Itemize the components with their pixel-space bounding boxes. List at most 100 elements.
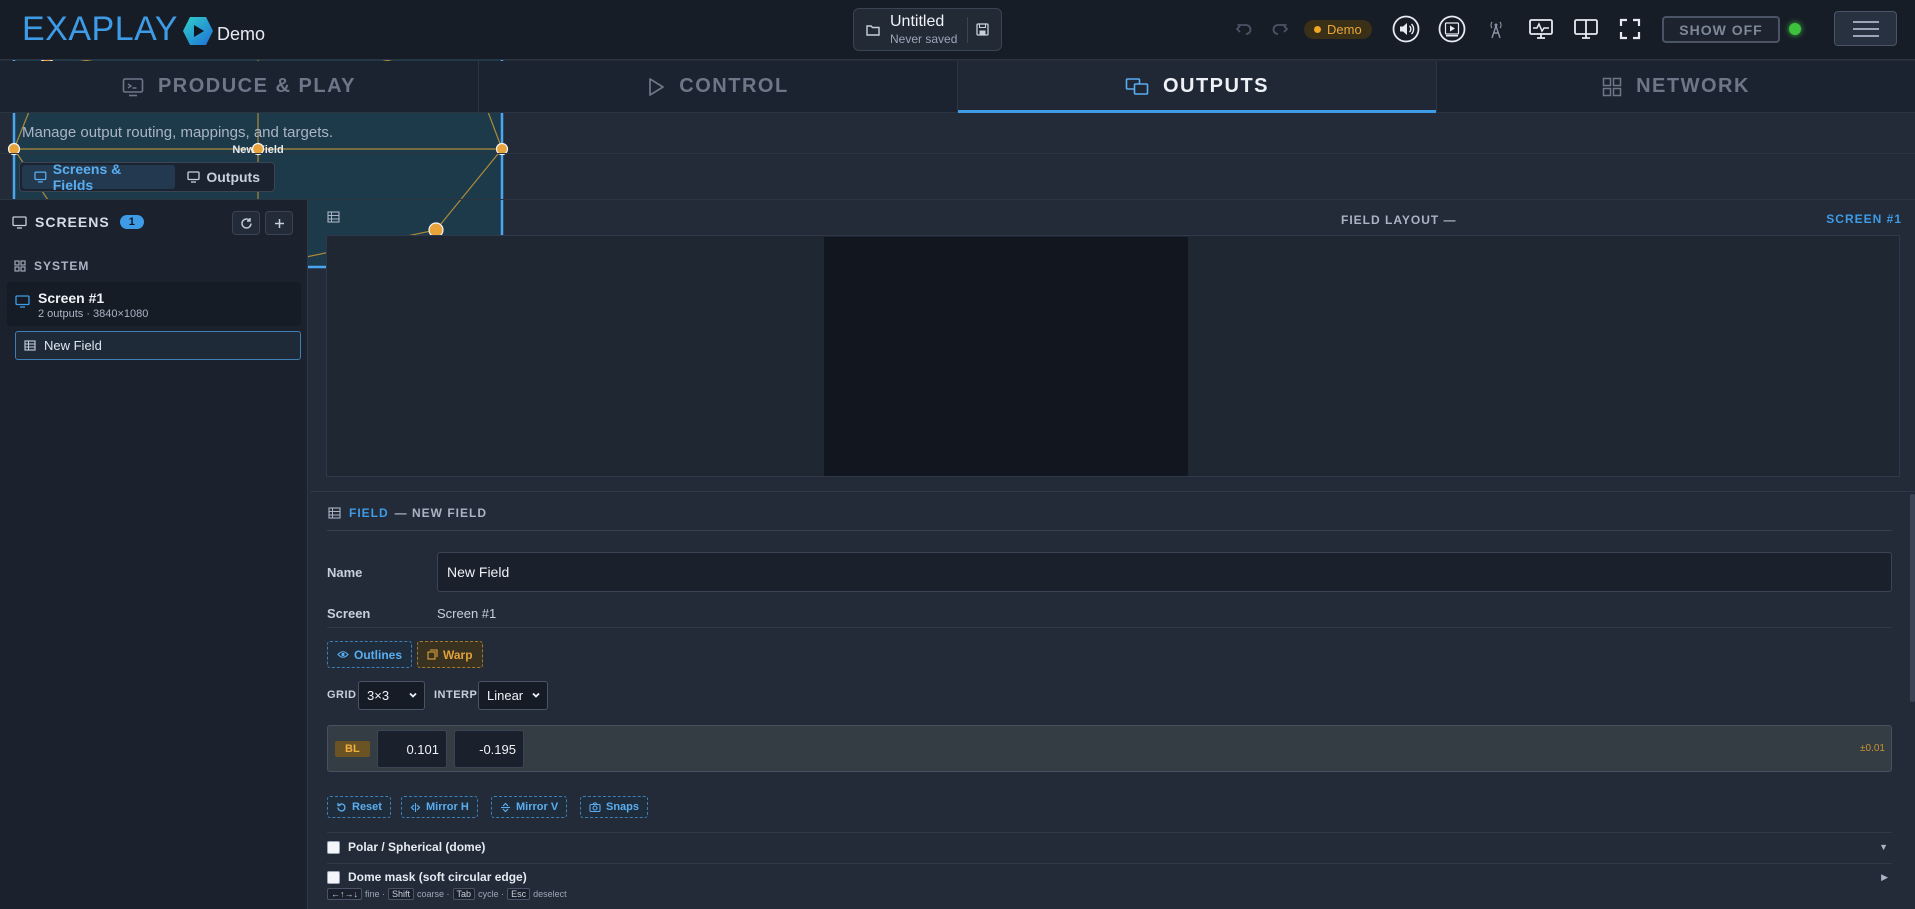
eye-icon	[337, 651, 349, 658]
segment-label: Outputs	[206, 169, 260, 185]
warp-icon	[427, 649, 438, 660]
play-icon	[647, 77, 665, 97]
app-root: EXAPLAY Demo Untitled Never saved Demo S…	[0, 0, 1915, 909]
segment-label: Screens & Fields	[52, 161, 122, 193]
tab-label: CONTROL	[679, 75, 789, 97]
tab-outputs[interactable]: OUTPUTS	[958, 61, 1437, 113]
brand-logo-icon	[182, 16, 213, 45]
divider	[327, 530, 1892, 531]
mirror-v-label: Mirror V	[516, 801, 559, 813]
segment-outputs[interactable]: Outputs	[175, 165, 272, 189]
screens-count-badge: 1	[119, 215, 144, 229]
keyboard-hints: ←↑→↓ fine · Shift coarse · Tab cycle · E…	[327, 888, 567, 900]
chevron-down-icon	[532, 692, 540, 698]
file-divider	[967, 16, 969, 43]
hint-text: coarse ·	[417, 889, 450, 899]
screens-title: SCREENS	[35, 214, 110, 230]
tab-label: NETWORK	[1636, 75, 1750, 97]
refresh-button[interactable]	[232, 211, 260, 235]
redo-icon[interactable]	[1266, 15, 1294, 43]
undo-icon[interactable]	[1230, 15, 1258, 43]
segment-screens-fields[interactable]: Screens & Fields	[22, 161, 176, 193]
save-icon[interactable]	[976, 23, 990, 36]
interp-select[interactable]: Linear	[478, 681, 548, 710]
network-grid-icon	[1602, 77, 1622, 97]
demo-dot	[1314, 26, 1321, 33]
tab-key-hint: Tab	[452, 888, 476, 900]
brand: EXAPLAY Demo	[22, 10, 265, 49]
outlines-toggle-button[interactable]: Outlines	[327, 641, 413, 668]
screens-sidebar: SCREENS 1 SYSTEM Screen #1 2 outputs · 3…	[0, 200, 308, 909]
mirror-v-button[interactable]: Mirror V	[491, 796, 568, 818]
hint-text: cycle ·	[478, 889, 505, 899]
point-y-input[interactable]: -0.195	[454, 730, 524, 768]
screen-meta: 2 outputs · 3840×1080	[38, 308, 149, 320]
point-x-input[interactable]: 0.101	[377, 730, 447, 768]
volume-icon[interactable]	[1392, 15, 1420, 43]
chevron-down-icon	[409, 692, 417, 698]
caret-right-icon[interactable]: ▶	[1881, 872, 1888, 883]
snaps-label: Snaps	[606, 801, 640, 813]
grid-label: GRID	[327, 689, 357, 701]
menu-bar	[1852, 20, 1879, 23]
preview-play-icon[interactable]	[1438, 15, 1466, 43]
split-screen-icon[interactable]	[1572, 15, 1600, 43]
divider	[327, 832, 1892, 833]
reset-button[interactable]: Reset	[327, 796, 391, 818]
fullscreen-icon[interactable]	[1616, 15, 1644, 43]
interp-label: INTERP	[434, 689, 478, 701]
sidebar-item-screen-1[interactable]: Screen #1 2 outputs · 3840×1080	[7, 282, 301, 326]
divider	[327, 863, 1892, 864]
hamburger-menu-button[interactable]	[1834, 11, 1897, 46]
shift-key-hint: Shift	[388, 888, 415, 900]
plus-icon	[274, 218, 284, 228]
tab-control[interactable]: CONTROL	[479, 61, 958, 112]
output-region-preview	[824, 237, 1188, 476]
page-subtitle: Manage output routing, mappings, and tar…	[22, 124, 334, 141]
show-off-button[interactable]: SHOW OFF	[1662, 16, 1780, 43]
field-panel-prefix: FIELD	[349, 506, 389, 520]
file-status: Never saved	[890, 31, 958, 46]
screen-name: Screen #1	[38, 290, 105, 306]
grid-select[interactable]: 3×3	[358, 681, 425, 710]
arrow-keys-hint: ←↑→↓	[327, 888, 362, 900]
dome-mask-checkbox[interactable]	[327, 870, 340, 884]
connection-status-led	[1789, 23, 1801, 35]
tab-label: PRODUCE & PLAY	[157, 75, 357, 97]
antenna-icon[interactable]	[1482, 15, 1510, 43]
tab-produce-play[interactable]: PRODUCE & PLAY	[0, 61, 479, 112]
view-switcher: Screens & Fields Outputs	[19, 161, 275, 193]
menu-bar	[1852, 27, 1879, 30]
dome-mask-label: Dome mask (soft circular edge)	[348, 870, 527, 884]
file-status-box[interactable]: Untitled Never saved	[853, 8, 1002, 51]
polar-checkbox[interactable]	[327, 840, 340, 854]
tab-network[interactable]: NETWORK	[1437, 61, 1915, 112]
brand-edition: Demo	[216, 24, 265, 44]
mirror-vertical-icon	[501, 802, 510, 812]
selected-point-editor: BL 0.101 -0.195 ±0.01	[327, 725, 1892, 772]
monitor-icon	[34, 171, 47, 183]
top-bar: EXAPLAY Demo Untitled Never saved Demo S…	[0, 0, 1915, 60]
caret-down-icon[interactable]: ▼	[1879, 842, 1888, 852]
system-group-label: SYSTEM	[14, 259, 89, 273]
warp-toggle-button[interactable]: Warp	[417, 641, 483, 668]
polar-spherical-row[interactable]: Polar / Spherical (dome) ▼	[327, 840, 1892, 854]
snaps-button[interactable]: Snaps	[580, 796, 649, 818]
panel-scrollbar[interactable]	[1910, 494, 1915, 702]
mirror-horizontal-icon	[410, 802, 421, 812]
hint-text: fine ·	[365, 889, 386, 899]
field-name: New Field	[44, 338, 102, 353]
demo-badge-label: Demo	[1327, 22, 1362, 37]
add-screen-button[interactable]	[265, 211, 293, 235]
sidebar-item-new-field[interactable]: New Field	[15, 331, 301, 360]
menu-bar	[1852, 34, 1879, 37]
mirror-h-button[interactable]: Mirror H	[401, 796, 478, 818]
dome-mask-row[interactable]: Dome mask (soft circular edge) ▶	[327, 870, 1892, 884]
point-tag: BL	[335, 741, 370, 757]
grid-select-value: 3×3	[367, 688, 390, 703]
monitor-activity-icon[interactable]	[1527, 15, 1555, 43]
divider	[310, 491, 1915, 492]
field-panel-suffix: — NEW FIELD	[394, 506, 487, 520]
folder-icon	[866, 24, 880, 36]
field-name-input[interactable]	[437, 552, 1892, 592]
